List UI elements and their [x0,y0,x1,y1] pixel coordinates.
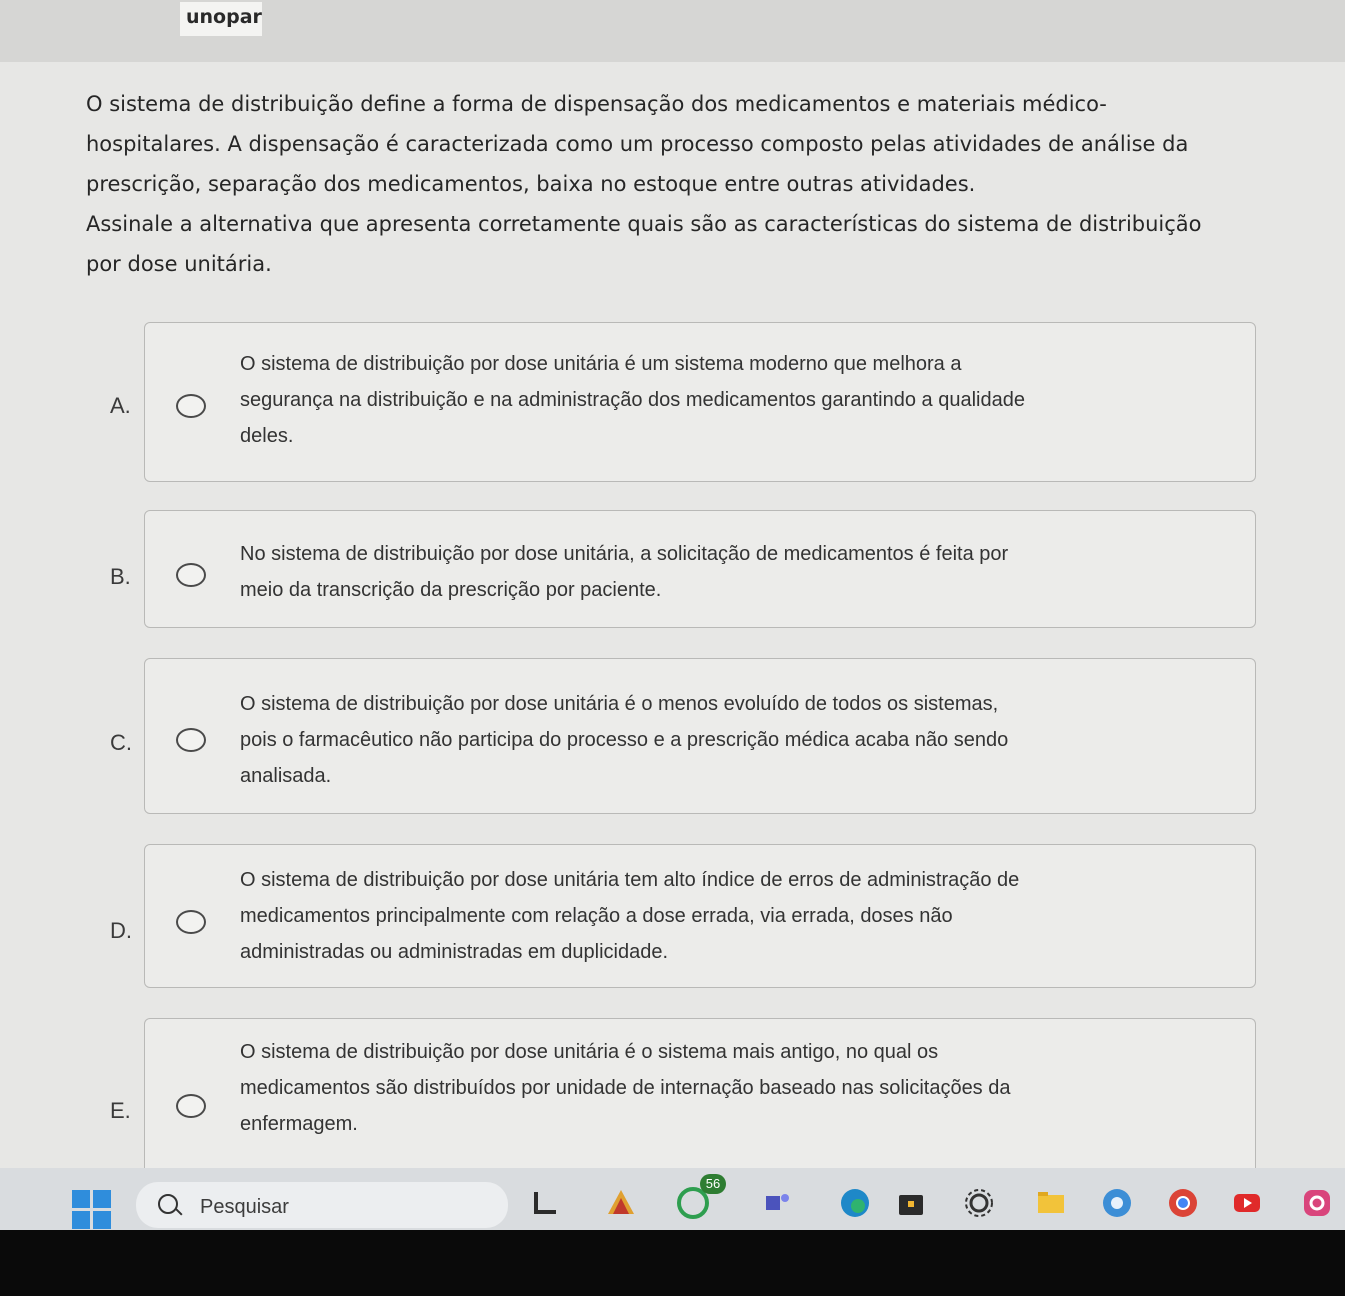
option-line: O sistema de distribuição por dose unitá… [240,869,1020,891]
option-c-radio[interactable] [176,728,206,752]
question-line: hospitalares. A dispensação é caracteriz… [86,132,1189,156]
option-d-radio[interactable] [176,910,206,934]
option-line: analisada. [240,765,332,787]
instagram-icon[interactable] [1300,1186,1334,1220]
option-line: meio da transcrição da prescrição por pa… [240,579,662,601]
brand-logo: unopar [180,2,262,36]
option-e-letter: E. [110,1098,131,1123]
option-a-text: O sistema de distribuição por dose unitá… [240,346,1240,454]
option-line: O sistema de distribuição por dose unitá… [240,693,999,715]
top-header: unopar [0,0,1345,62]
teams-icon[interactable] [760,1186,794,1220]
file-explorer-icon[interactable] [1034,1186,1068,1220]
taskbar-search-box[interactable]: Pesquisar [136,1182,508,1228]
option-b-text: No sistema de distribuição por dose unit… [240,536,1240,608]
question-line: prescrição, separação dos medicamentos, … [86,172,976,196]
option-line: administradas ou administradas em duplic… [240,941,669,963]
store-icon[interactable] [894,1186,928,1220]
notification-badge: 56 [700,1174,726,1194]
youtube-icon[interactable] [1230,1186,1264,1220]
option-c-text: O sistema de distribuição por dose unitá… [240,686,1240,794]
option-b-radio[interactable] [176,563,206,587]
question-line: por dose unitária. [86,252,272,276]
settings-icon[interactable] [962,1186,996,1220]
chrome-icon[interactable] [1166,1186,1200,1220]
option-c-letter: C. [110,730,132,755]
option-e-text: O sistema de distribuição por dose unitá… [240,1034,1240,1142]
app-icon[interactable] [604,1186,638,1220]
option-d-text: O sistema de distribuição por dose unitá… [240,862,1240,970]
option-line: pois o farmacêutico não participa do pro… [240,729,1009,751]
search-placeholder: Pesquisar [200,1196,289,1218]
option-line: medicamentos principalmente com relação … [240,905,953,927]
google-icon[interactable] [1100,1186,1134,1220]
option-line: medicamentos são distribuídos por unidad… [240,1077,1011,1099]
option-b-letter: B. [110,564,131,589]
option-a-letter: A. [110,393,131,418]
task-view-icon[interactable] [530,1186,564,1220]
search-icon [158,1194,178,1214]
option-line: O sistema de distribuição por dose unitá… [240,353,962,375]
screen-bezel [0,1230,1345,1296]
option-d-letter: D. [110,918,132,943]
option-e-radio[interactable] [176,1094,206,1118]
option-line: segurança na distribuição e na administr… [240,389,1025,411]
windows-start-icon[interactable] [72,1190,112,1230]
option-line: enfermagem. [240,1113,358,1135]
question-line: O sistema de distribuição define a forma… [86,92,1107,116]
option-a-radio[interactable] [176,394,206,418]
option-line: No sistema de distribuição por dose unit… [240,543,1009,565]
question-line: Assinale a alternativa que apresenta cor… [86,212,1202,236]
edge-icon[interactable] [838,1186,872,1220]
option-line: O sistema de distribuição por dose unitá… [240,1041,939,1063]
question-text: O sistema de distribuição define a forma… [86,84,1296,284]
option-line: deles. [240,425,294,447]
